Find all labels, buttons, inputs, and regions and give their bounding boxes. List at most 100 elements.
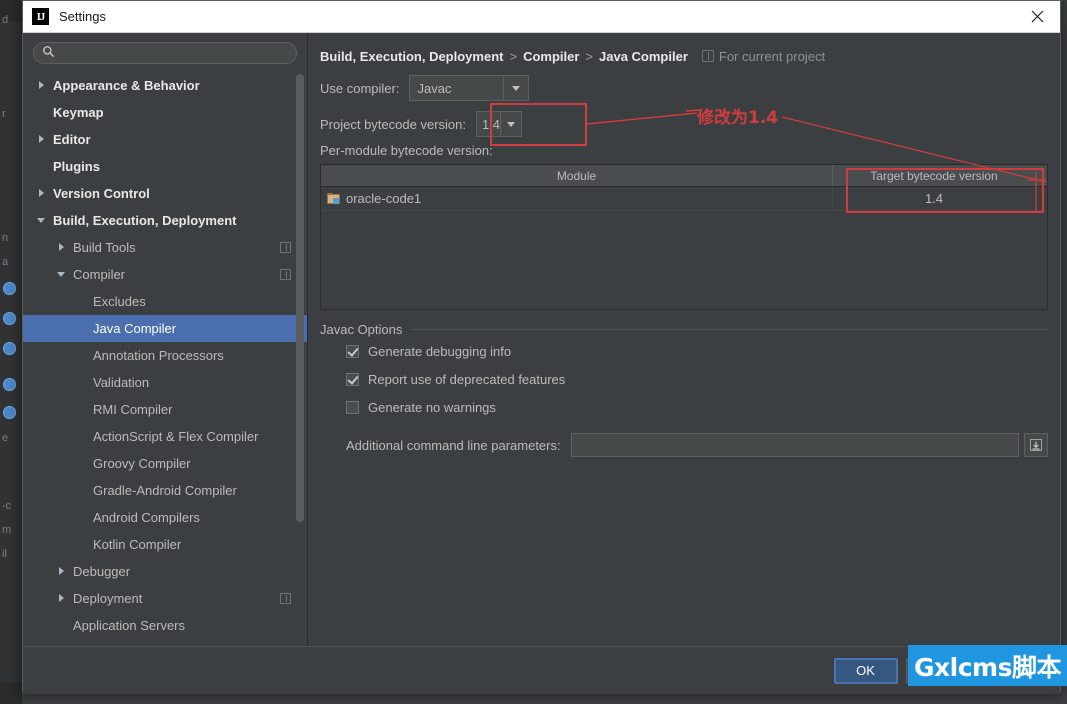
use-compiler-select[interactable]: Javac <box>409 75 530 101</box>
sidebar-item-version-control[interactable]: Version Control <box>23 180 307 207</box>
project-bytecode-value: 1.4 <box>481 116 501 132</box>
sidebar-item-java-compiler[interactable]: Java Compiler <box>23 315 307 342</box>
dialog-titlebar: IJ Settings <box>23 1 1060 33</box>
sidebar-item-appearance-behavior[interactable]: Appearance & Behavior <box>23 72 307 99</box>
sidebar-item-label: Editor <box>53 132 91 147</box>
ide-ghost-icon <box>3 282 16 295</box>
sidebar-item-label: RMI Compiler <box>93 402 173 417</box>
project-bytecode-row: Project bytecode version: 1.4 <box>320 111 1048 137</box>
table-cell-target-bytecode[interactable]: 1.4 <box>833 187 1035 210</box>
per-module-table: Module Target bytecode version oracle-co… <box>320 164 1048 310</box>
chevron-right-icon[interactable] <box>57 566 68 577</box>
javac-checkbox-list: Generate debugging info Report use of dep… <box>320 337 1048 421</box>
ide-ghost-text: il <box>2 548 7 560</box>
ok-button[interactable]: OK <box>833 657 898 684</box>
chevron-down-icon[interactable] <box>503 76 528 100</box>
sidebar-item-label: Validation <box>93 375 150 390</box>
dialog-footer: OK Cancel <box>23 646 1060 694</box>
sidebar-item-keymap[interactable]: Keymap <box>23 99 307 126</box>
sidebar-item-label: Version Control <box>53 186 150 201</box>
ide-ghost-text: a <box>2 256 9 268</box>
search-field[interactable] <box>33 42 297 64</box>
chevron-right-icon[interactable] <box>57 242 68 253</box>
breadcrumb-part[interactable]: Build, Execution, Deployment <box>320 49 503 64</box>
sidebar-item-build-tools[interactable]: Build Tools <box>23 234 307 261</box>
table-row[interactable]: oracle-code1 1.4 <box>321 187 1047 211</box>
sidebar-item-label: Java Compiler <box>93 321 177 336</box>
sidebar-item-kotlin-compiler[interactable]: Kotlin Compiler <box>23 531 307 558</box>
sidebar-item-actionscript-flex-compiler[interactable]: ActionScript & Flex Compiler <box>23 423 307 450</box>
breadcrumb-part[interactable]: Compiler <box>523 49 579 64</box>
checkbox-label: Report use of deprecated features <box>368 371 566 387</box>
sidebar-item-excludes[interactable]: Excludes <box>23 288 307 315</box>
sidebar-scrollbar-thumb[interactable] <box>296 74 304 522</box>
close-icon[interactable] <box>1014 1 1060 31</box>
search-input[interactable] <box>55 44 296 62</box>
dialog-body: Appearance & Behavior Keymap Editor Plugins… <box>23 33 1060 646</box>
expand-field-icon[interactable] <box>1024 433 1048 457</box>
column-header-module[interactable]: Module <box>321 165 833 186</box>
sidebar-item-label: Keymap <box>53 105 104 120</box>
table-scroll-column <box>1035 165 1047 186</box>
project-bytecode-select[interactable]: 1.4 <box>475 111 522 137</box>
settings-dialog: IJ Settings Appearance & Behavior Keymap… <box>22 0 1061 694</box>
chevron-down-icon[interactable] <box>37 215 48 226</box>
sidebar-item-application-servers[interactable]: Application Servers <box>23 612 307 632</box>
additional-params-input[interactable] <box>570 433 1019 457</box>
chevron-down-icon[interactable] <box>57 269 68 280</box>
project-scope-icon <box>701 50 714 62</box>
checkbox-checked-icon[interactable] <box>346 344 359 358</box>
use-compiler-value: Javac <box>417 80 452 96</box>
sidebar-item-label: Appearance & Behavior <box>53 78 200 93</box>
project-bytecode-label: Project bytecode version: <box>320 116 466 132</box>
checkbox-checked-icon[interactable] <box>346 372 359 386</box>
sidebar-item-debugger[interactable]: Debugger <box>23 558 307 585</box>
sidebar-item-rmi-compiler[interactable]: RMI Compiler <box>23 396 307 423</box>
chevron-down-icon[interactable] <box>500 112 521 136</box>
table-cell-module: oracle-code1 <box>321 187 833 210</box>
watermark-text: Gxlcms脚本 <box>914 652 1061 682</box>
ide-ghost-icon <box>3 378 16 391</box>
chevron-right-icon[interactable] <box>37 134 48 145</box>
sidebar-item-label: Android Compilers <box>93 510 200 525</box>
sidebar-item-groovy-compiler[interactable]: Groovy Compiler <box>23 450 307 477</box>
sidebar-item-compiler[interactable]: Compiler <box>23 261 307 288</box>
chevron-right-icon[interactable] <box>57 593 68 604</box>
checkbox-report-use-of-deprecated-features[interactable]: Report use of deprecated features <box>346 365 1048 393</box>
sidebar-item-label: Plugins <box>53 159 100 174</box>
checkbox-unchecked-icon[interactable] <box>346 400 359 414</box>
table-scroll-column <box>1035 187 1047 210</box>
ide-ghost-text: m <box>2 524 12 536</box>
sidebar-item-label: Build Tools <box>73 240 136 255</box>
chevron-right-icon[interactable] <box>37 188 48 199</box>
breadcrumb: Build, Execution, Deployment > Compiler … <box>320 33 1048 75</box>
sidebar-item-gradle-android-compiler[interactable]: Gradle-Android Compiler <box>23 477 307 504</box>
breadcrumb-separator: > <box>509 48 518 64</box>
ide-ghost-icon <box>3 342 16 355</box>
chevron-right-icon[interactable] <box>37 80 48 91</box>
sidebar-item-label: Excludes <box>93 294 146 309</box>
sidebar-item-android-compilers[interactable]: Android Compilers <box>23 504 307 531</box>
sidebar-item-build-execution-deployment[interactable]: Build, Execution, Deployment <box>23 207 307 234</box>
checkbox-generate-debugging-info[interactable]: Generate debugging info <box>346 337 1048 365</box>
additional-params-label: Additional command line parameters: <box>346 437 561 453</box>
checkbox-generate-no-warnings[interactable]: Generate no warnings <box>346 393 1048 421</box>
sidebar-item-plugins[interactable]: Plugins <box>23 153 307 180</box>
sidebar-item-validation[interactable]: Validation <box>23 369 307 396</box>
column-header-target-bytecode[interactable]: Target bytecode version <box>833 165 1035 186</box>
javac-options-legend: Javac Options <box>320 322 1048 337</box>
javac-options-group: Javac Options Generate debugging info Rep… <box>320 322 1048 457</box>
sidebar-item-deployment[interactable]: Deployment <box>23 585 307 612</box>
sidebar-item-editor[interactable]: Editor <box>23 126 307 153</box>
javac-options-legend-label: Javac Options <box>320 322 403 337</box>
table-body: oracle-code1 1.4 <box>321 187 1047 309</box>
checkbox-label: Generate no warnings <box>368 399 496 415</box>
sidebar-item-annotation-processors[interactable]: Annotation Processors <box>23 342 307 369</box>
